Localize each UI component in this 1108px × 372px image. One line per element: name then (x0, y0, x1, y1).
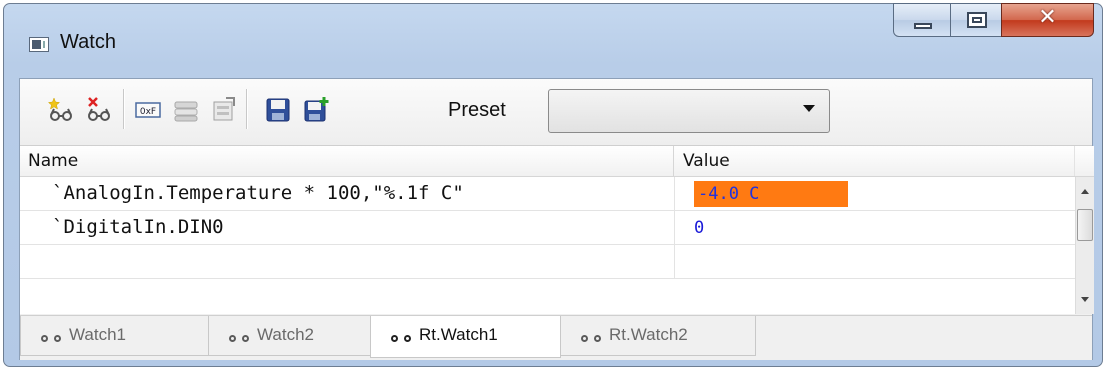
grid-header: Name Value (20, 146, 1094, 177)
toolbar: 0xF Preset (20, 79, 1092, 146)
tab-label: Watch1 (69, 325, 127, 344)
glasses-icon (229, 330, 251, 342)
watch-value-cell[interactable]: -4.0 C (694, 181, 848, 207)
tab-watch2[interactable]: Watch2 (208, 316, 371, 356)
title-bar[interactable]: Watch ✕ (4, 3, 1102, 82)
stack-icon[interactable] (172, 96, 200, 124)
glasses-icon (41, 330, 63, 342)
column-header-name[interactable]: Name (20, 146, 674, 176)
watch-name-cell[interactable] (20, 245, 675, 278)
minimize-button[interactable] (893, 3, 951, 37)
table-row[interactable] (20, 245, 1075, 279)
restore-icon (967, 12, 987, 28)
svg-text:0xF: 0xF (140, 107, 156, 117)
tab-watch1[interactable]: Watch1 (20, 316, 209, 356)
tab-rt-watch2[interactable]: Rt.Watch2 (560, 316, 756, 356)
watch-name-cell[interactable]: `DigitalIn.DIN0 (20, 211, 675, 244)
add-watch-icon[interactable] (48, 96, 76, 124)
tab-label: Rt.Watch2 (609, 325, 688, 344)
maximize-button[interactable] (950, 3, 1002, 37)
glasses-icon (391, 330, 413, 342)
client-area: 0xF Preset Name Value `AnalogIn.Temperat… (19, 78, 1094, 360)
hex-format-icon[interactable]: 0xF (134, 96, 162, 124)
chevron-down-icon (803, 105, 815, 112)
column-header-value[interactable]: Value (675, 146, 1075, 176)
close-button[interactable]: ✕ (1001, 3, 1094, 37)
toolbar-separator (246, 89, 248, 129)
tab-label: Rt.Watch1 (419, 325, 498, 344)
tab-strip: Watch1 Watch2 Rt.Watch1 Rt.Watch2 (20, 315, 1092, 360)
window-title: Watch (60, 31, 116, 53)
toolbar-separator (123, 89, 125, 129)
table-row[interactable]: `AnalogIn.Temperature * 100,"%.1f C" -4.… (20, 177, 1075, 211)
preset-label: Preset (448, 99, 506, 121)
vertical-scrollbar[interactable] (1075, 177, 1094, 314)
app-icon (29, 37, 49, 52)
save-icon[interactable] (264, 96, 292, 124)
scroll-up-arrow-icon[interactable] (1081, 189, 1089, 194)
scroll-down-arrow-icon[interactable] (1081, 297, 1089, 302)
scrollbar-thumb[interactable] (1077, 209, 1093, 241)
save-as-icon[interactable] (302, 96, 330, 124)
glasses-icon (581, 330, 603, 342)
minimize-icon (914, 23, 932, 29)
close-icon: ✕ (1038, 5, 1057, 30)
preset-dropdown[interactable] (548, 89, 830, 133)
watch-grid: Name Value `AnalogIn.Temperature * 100,"… (20, 146, 1094, 314)
watch-value-cell[interactable]: 0 (694, 215, 704, 241)
table-row[interactable]: `DigitalIn.DIN0 0 (20, 211, 1075, 245)
watch-window: Watch ✕ 0xF Preset Name Value `AnalogIn.… (3, 3, 1103, 367)
properties-icon[interactable] (210, 96, 238, 124)
tab-label: Watch2 (257, 325, 315, 344)
remove-watch-icon[interactable] (86, 96, 114, 124)
tab-rt-watch1[interactable]: Rt.Watch1 (370, 316, 561, 358)
watch-name-cell[interactable]: `AnalogIn.Temperature * 100,"%.1f C" (20, 177, 675, 210)
